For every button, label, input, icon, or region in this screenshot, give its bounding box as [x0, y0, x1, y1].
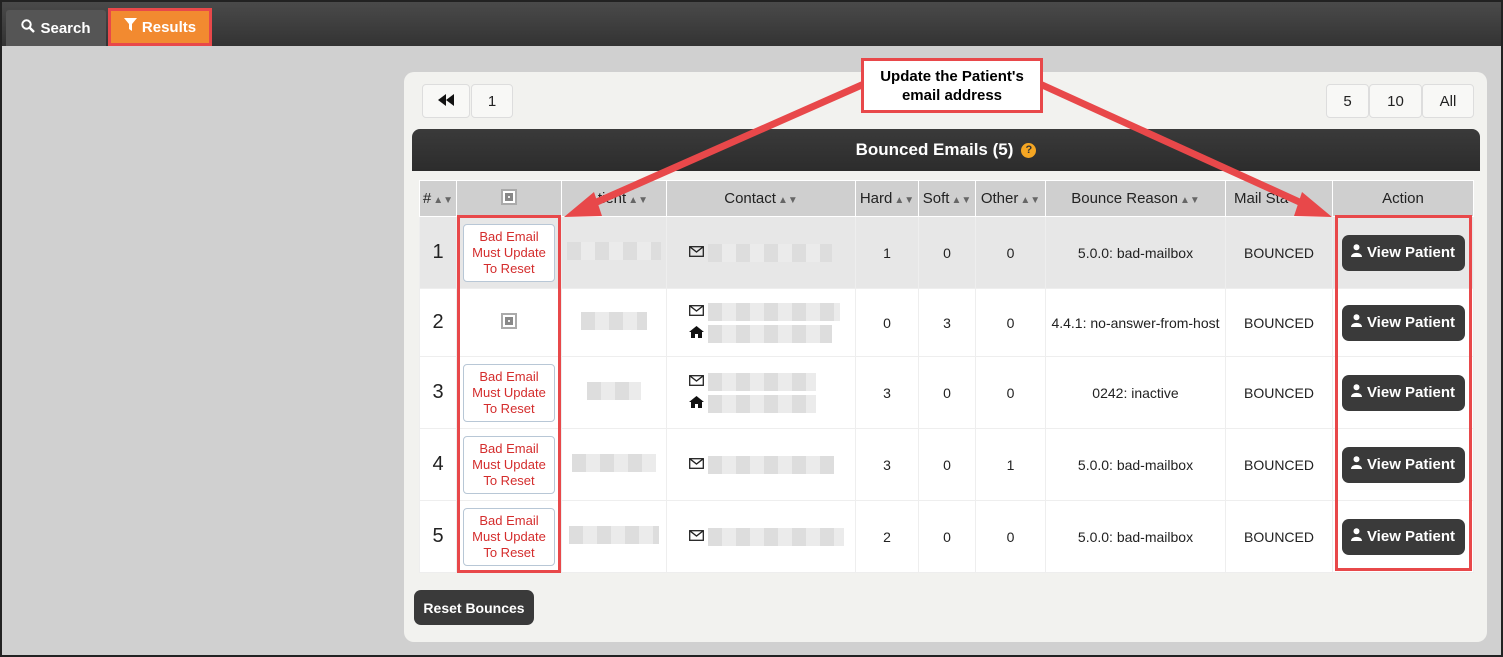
sort-icon: ▲▼: [777, 195, 798, 206]
table-header: # ▲▼ tient ▲▼ Contact ▲▼ Hard ▲▼ Soft ▲▼ Othe…: [419, 180, 1474, 217]
col-header-contact[interactable]: Contact ▲▼: [666, 180, 856, 217]
annotation-callout: Update the Patient's email address: [861, 58, 1043, 113]
hard-count: 1: [855, 216, 919, 289]
mail-status: BOUNCED: [1225, 216, 1333, 289]
mail-status: BOUNCED: [1225, 356, 1333, 429]
patient-name-redacted: [569, 526, 659, 544]
col-header-select[interactable]: [456, 180, 562, 217]
bounce-reason: 5.0.0: bad-mailbox: [1045, 428, 1226, 501]
mail-status: BOUNCED: [1225, 288, 1333, 357]
col-header-patient[interactable]: tient ▲▼: [561, 180, 667, 217]
other-count: 0: [975, 500, 1046, 573]
tab-results-label: Results: [141, 18, 197, 36]
mail-status: BOUNCED: [1225, 500, 1333, 573]
row-number: 3: [432, 381, 444, 403]
address-redacted: [708, 324, 832, 343]
page-size-5[interactable]: 5: [1326, 84, 1369, 118]
patient-name-redacted: [572, 454, 656, 472]
other-count: 0: [975, 216, 1046, 289]
home-icon: [689, 396, 704, 411]
col-header-bounce-reason[interactable]: Bounce Reason ▲▼: [1045, 180, 1226, 217]
email-redacted: [708, 243, 832, 262]
col-header-other[interactable]: Other ▲▼: [975, 180, 1046, 217]
other-count: 0: [975, 356, 1046, 429]
top-bar: Search Results: [2, 2, 1501, 46]
page-button-1[interactable]: 1: [471, 84, 513, 118]
col-header-hard[interactable]: Hard ▲▼: [855, 180, 919, 217]
row-number: 4: [432, 453, 444, 475]
tab-search[interactable]: Search: [6, 10, 106, 46]
bounced-emails-table: # ▲▼ tient ▲▼ Contact ▲▼ Hard ▲▼ Soft ▲▼ Othe…: [419, 180, 1474, 573]
other-count: 1: [975, 428, 1046, 501]
table-row: 2 0 3 0 4.4.1: no-answer-from-host BOUNC…: [419, 288, 1474, 357]
patient-name-redacted: [567, 242, 661, 260]
sort-icon: ▲▼: [894, 195, 915, 206]
col-header-action: Action: [1332, 180, 1474, 217]
email-redacted: [708, 527, 844, 546]
email-redacted: [708, 372, 816, 391]
home-icon: [689, 326, 704, 341]
table-row: 4 Bad Email Must Update To Reset 3 0 1 5.0…: [419, 428, 1474, 501]
table-title: Bounced Emails (5): [855, 140, 1014, 159]
soft-count: 0: [918, 356, 976, 429]
page-size-10[interactable]: 10: [1369, 84, 1422, 118]
search-icon: [21, 19, 36, 37]
patient-name-redacted: [581, 312, 647, 330]
hard-count: 2: [855, 500, 919, 573]
envelope-icon: [689, 304, 704, 319]
sort-icon: ▲▼: [433, 195, 454, 206]
other-count: 0: [975, 288, 1046, 357]
col-header-soft[interactable]: Soft ▲▼: [918, 180, 976, 217]
sort-icon: ▲▼: [1179, 195, 1200, 206]
bounce-reason: 0242: inactive: [1045, 356, 1226, 429]
mail-status: BOUNCED: [1225, 428, 1333, 501]
sort-icon: ▲▼: [628, 195, 648, 206]
patient-name-redacted: [587, 382, 641, 400]
highlight-action-column: [1335, 215, 1472, 571]
bounce-reason: 5.0.0: bad-mailbox: [1045, 500, 1226, 573]
envelope-icon: [689, 457, 704, 472]
email-redacted: [708, 455, 834, 474]
envelope-icon: [689, 529, 704, 544]
soft-count: 0: [918, 428, 976, 501]
soft-count: 3: [918, 288, 976, 357]
row-number: 1: [432, 241, 444, 263]
highlight-bad-email-column: [457, 215, 561, 573]
select-all-checkbox[interactable]: [501, 188, 517, 205]
reset-bounces-button[interactable]: Reset Bounces: [414, 590, 534, 625]
email-redacted: [708, 302, 840, 321]
col-header-mail-status[interactable]: Mail Sta: [1225, 180, 1333, 217]
double-chevron-left-icon: [438, 93, 454, 110]
soft-count: 0: [918, 500, 976, 573]
table-row: 1 Bad Email Must Update To Reset 1 0 0 5.0…: [419, 216, 1474, 289]
tab-results[interactable]: Results: [108, 8, 212, 46]
sort-icon: ▲▼: [951, 195, 972, 206]
tab-search-label: Search: [40, 19, 91, 37]
sort-icon: ▲▼: [1020, 195, 1041, 206]
bounce-reason: 5.0.0: bad-mailbox: [1045, 216, 1226, 289]
envelope-icon: [689, 245, 704, 260]
envelope-icon: [689, 374, 704, 389]
filter-icon: [123, 18, 137, 36]
table-title-bar: Bounced Emails (5) ?: [412, 129, 1480, 171]
hard-count: 3: [855, 428, 919, 501]
row-number: 5: [432, 525, 444, 547]
address-redacted: [708, 394, 816, 413]
table-row: 5 Bad Email Must Update To Reset 2 0 0 5.0…: [419, 500, 1474, 573]
page-size-all[interactable]: All: [1422, 84, 1474, 118]
hard-count: 3: [855, 356, 919, 429]
bounce-reason: 4.4.1: no-answer-from-host: [1045, 288, 1226, 357]
hard-count: 0: [855, 288, 919, 357]
first-page-button[interactable]: [422, 84, 470, 118]
soft-count: 0: [918, 216, 976, 289]
help-icon[interactable]: ?: [1021, 142, 1037, 158]
table-row: 3 Bad Email Must Update To Reset 3 0 0 024…: [419, 356, 1474, 429]
col-header-num[interactable]: # ▲▼: [419, 180, 457, 217]
row-number: 2: [432, 311, 444, 333]
